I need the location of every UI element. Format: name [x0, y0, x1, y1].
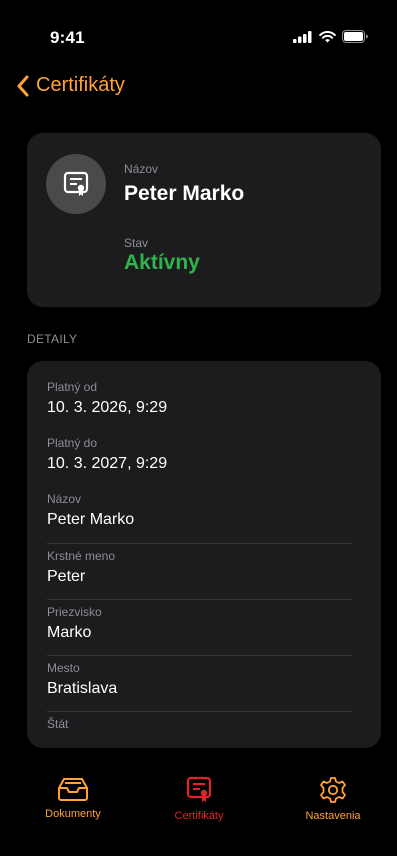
battery-icon: [342, 30, 368, 43]
certificate-name: Peter Marko: [124, 182, 245, 205]
detail-row: Mesto Bratislava: [47, 661, 352, 698]
detail-label: Názov: [47, 492, 82, 506]
detail-label: Štát: [47, 717, 69, 731]
status-time: 9:41: [50, 28, 85, 47]
name-label: Názov: [124, 162, 159, 176]
cellular-signal-icon: [293, 30, 312, 43]
detail-row: Platný do 10. 3. 2027, 9:29: [47, 436, 352, 473]
tab-dokumenty[interactable]: Dokumenty: [18, 776, 128, 820]
divider: [47, 655, 352, 656]
state-value: Aktívny: [124, 251, 200, 274]
tab-bar: Dokumenty Certifikáty Nastavenia: [0, 770, 397, 856]
detail-row: Názov Peter Marko: [47, 492, 352, 529]
tab-label[interactable]: Certifikáty: [175, 810, 224, 822]
wifi-icon: [319, 30, 336, 42]
certificate-icon: [63, 171, 89, 196]
detail-label: Priezvisko: [47, 605, 102, 619]
back-label[interactable]: Certifikáty: [36, 74, 125, 97]
tab-nastavenia[interactable]: Nastavenia: [278, 776, 388, 822]
detail-label: Mesto: [47, 661, 80, 675]
divider: [47, 599, 352, 600]
divider: [47, 543, 352, 544]
detail-value: Marko: [47, 624, 92, 641]
certificate-avatar: [46, 154, 106, 214]
chevron-left-icon: [17, 75, 29, 96]
tab-label[interactable]: Dokumenty: [45, 808, 101, 820]
status-icons: [293, 30, 369, 43]
details-section-title: DETAILY: [27, 332, 78, 346]
detail-value: Peter: [47, 568, 86, 585]
detail-row: Priezvisko Marko: [47, 605, 352, 642]
detail-label: Platný do: [47, 436, 98, 450]
navigation-bar: Certifikáty: [0, 68, 397, 108]
gear-icon: [320, 777, 346, 803]
tab-certifikaty[interactable]: Certifikáty: [144, 776, 254, 822]
detail-row: Krstné meno Peter: [47, 549, 352, 586]
detail-label: Krstné meno: [47, 549, 116, 563]
back-button[interactable]: Certifikáty: [16, 74, 125, 97]
detail-value: Bratislava: [47, 680, 118, 697]
tray-icon: [58, 778, 88, 801]
status-bar: 9:41: [0, 0, 397, 60]
detail-value: 10. 3. 2026, 9:29: [47, 399, 168, 416]
details-card: Platný od 10. 3. 2026, 9:29 Platný do 10…: [27, 361, 381, 748]
detail-row: Platný od 10. 3. 2026, 9:29: [47, 380, 352, 417]
detail-row: Štát: [47, 717, 352, 731]
detail-label: Platný od: [47, 380, 98, 394]
state-label: Stav: [124, 236, 149, 250]
certificate-summary-card: Názov Peter Marko Stav Aktívny: [27, 133, 381, 307]
divider: [47, 711, 352, 712]
detail-value: Peter Marko: [47, 511, 135, 528]
tab-label[interactable]: Nastavenia: [305, 810, 360, 822]
detail-value: 10. 3. 2027, 9:29: [47, 455, 168, 472]
certificate-icon: [186, 776, 212, 802]
